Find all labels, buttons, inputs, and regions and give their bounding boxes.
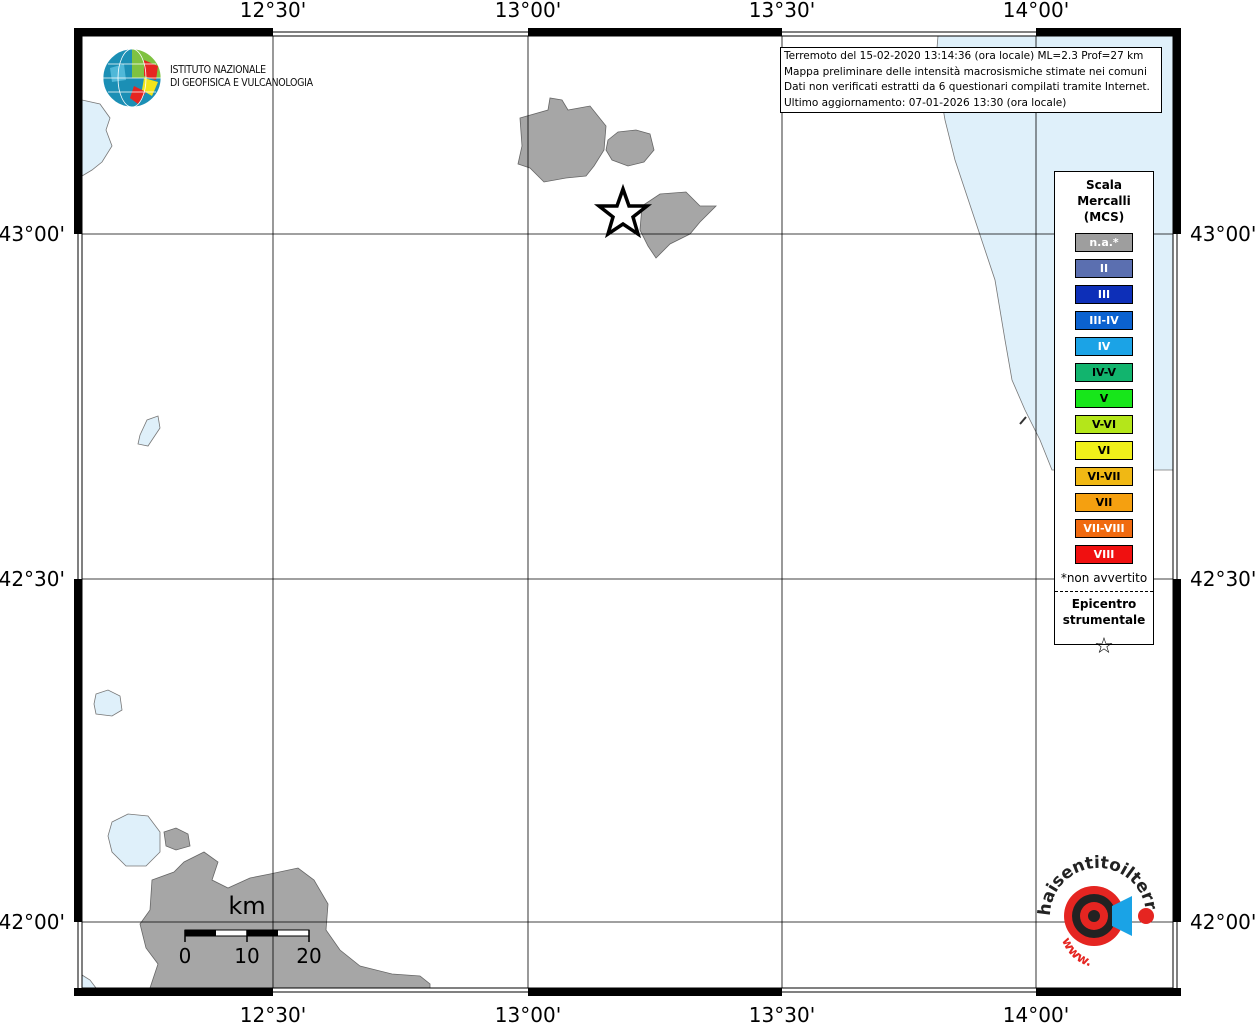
lon-label-bottom: 13°00' [495,1003,561,1024]
epicenter-star-icon [593,183,653,239]
lake [137,415,161,447]
lon-label-bottom: 13°30' [749,1003,815,1024]
legend-item: III-IV [1075,311,1133,330]
legend-title-line: Scala [1085,178,1123,192]
coast-fragment [1019,416,1027,425]
legend-title-line: Mercalli [1077,194,1131,208]
scale-tick-label: 10 [234,944,259,968]
legend-item: V [1075,389,1133,408]
legend-epicenter-label: Epicentro strumentale [1055,596,1153,628]
lon-label-top: 12°30' [240,0,306,22]
legend-star-icon: ☆ [1094,634,1114,659]
legend-item: VI-VII [1075,467,1133,486]
legend-title-line: (MCS) [1083,210,1125,224]
lat-label-left: 42°30' [0,567,65,591]
lat-label-left: 42°00' [0,910,65,934]
scale-unit: km [228,892,265,920]
legend-note: *non avvertito [1060,571,1148,585]
legend-item: VII [1075,493,1133,512]
lake [93,689,123,717]
event-info-box: Terremoto del 15-02-2020 13:14:36 (ora l… [780,47,1162,113]
lat-label-right: 43°00' [1190,222,1256,246]
event-info-line: Terremoto del 15-02-2020 13:14:36 (ora l… [784,50,1144,62]
municipality-polygon [163,827,191,851]
legend-items: n.a.* II III III-IV IV IV-V V V-VI VI VI-VII VII VI… [1055,233,1153,564]
municipality-polygon [639,191,717,259]
legend-item: n.a.* [1075,233,1133,252]
lon-label-bottom: 12°30' [240,1003,306,1024]
legend-item: IV [1075,337,1133,356]
globe-icon [102,48,162,108]
event-info-line: Dati non verificati estratti da 6 questi… [784,81,1150,93]
lake [107,813,161,867]
sea-fragment-west [81,99,113,177]
lat-label-left: 43°00' [0,222,65,246]
ingv-name-line2: DI GEOFISICA E VULCANOLOGIA [170,77,313,89]
legend-item: VII-VIII [1075,519,1133,538]
ingv-name-line1: ISTITUTO NAZIONALE [170,64,266,76]
ingv-logo: ISTITUTO NAZIONALE DI GEOFISICA E VULCAN… [100,48,313,108]
municipality-polygon [517,97,607,183]
scale-tick-label: 20 [296,944,321,968]
lat-label-right: 42°30' [1190,567,1256,591]
event-info-line: Ultimo aggiornamento: 07-01-2026 13:30 (… [784,96,1067,109]
legend-divider [1055,591,1153,592]
legend-item: IV-V [1075,363,1133,382]
lat-label-right: 42°00' [1190,910,1256,934]
legend-epicenter-line: strumentale [1062,613,1146,627]
event-info-line: Mappa preliminare delle intensità macros… [784,65,1147,78]
legend-item: III [1075,285,1133,304]
scale-tick-label: 0 [179,944,192,968]
lon-label-top: 13°30' [749,0,815,22]
municipality-polygon [605,129,655,167]
lon-label-top: 13°00' [495,0,561,22]
lon-label-bottom: 14°00' [1003,1003,1069,1024]
lon-label-top: 14°00' [1003,0,1069,22]
ingv-name: ISTITUTO NAZIONALE DI GEOFISICA E VULCAN… [170,64,313,90]
legend-item: V-VI [1075,415,1133,434]
legend-epicenter-line: Epicentro [1071,597,1137,611]
legend-item: VIII [1075,545,1133,564]
sea-fragment-sw [81,974,97,989]
legend-item: VI [1075,441,1133,460]
mcs-legend: Scala Mercalli (MCS) n.a.* II III III-IV IV I… [1054,171,1154,659]
legend-item: II [1075,259,1133,278]
legend-title: Scala Mercalli (MCS) [1055,177,1153,225]
